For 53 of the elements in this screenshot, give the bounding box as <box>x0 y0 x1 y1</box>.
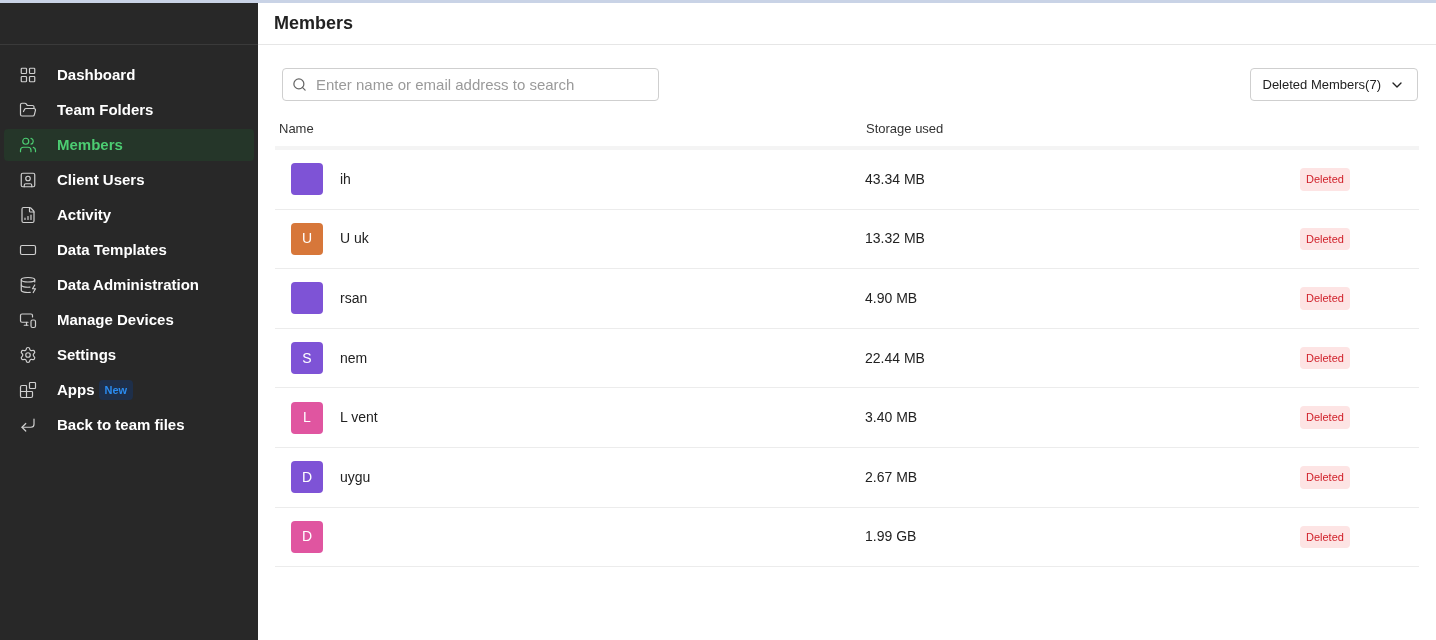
sidebar-label: Activity <box>57 204 112 225</box>
sidebar-label: Team Folders <box>57 99 154 120</box>
sidebar-item[interactable]: Client Users <box>4 164 254 196</box>
sidebar-item[interactable]: Members <box>4 129 254 161</box>
storage-used: 2.67 MB <box>865 467 919 487</box>
member-name: rsan <box>340 289 368 308</box>
sidebar-item[interactable]: Apps New <box>4 374 254 406</box>
page-title: Members <box>274 12 354 35</box>
status-badge: Deleted <box>1300 525 1350 549</box>
member-name: ih <box>340 169 351 189</box>
storage-used: 3.40 MB <box>865 408 919 428</box>
avatar-initial: L <box>303 408 311 428</box>
status-badge: Deleted <box>1300 168 1350 191</box>
storage-used: 43.34 MB <box>865 169 926 189</box>
member-name: nem <box>340 348 368 368</box>
sidebar-item[interactable]: Dashboard <box>4 59 254 91</box>
search-field[interactable]: Enter name or email address to search <box>282 68 659 101</box>
sidebar-item[interactable]: Manage Devices <box>4 304 254 336</box>
sidebar-item[interactable]: Data Administration <box>4 269 254 301</box>
status-badge: Deleted <box>1300 406 1350 429</box>
avatar-initial: D <box>301 467 313 487</box>
sidebar-label: Dashboard <box>57 64 136 85</box>
storage-used: 13.32 MB <box>865 229 926 249</box>
sidebar-item[interactable]: Team Folders <box>4 94 254 126</box>
sidebar-label: Members <box>57 134 123 155</box>
storage-used: 22.44 MB <box>865 348 926 368</box>
sidebar-label: Data Templates <box>57 239 167 260</box>
avatar-initial: D <box>301 527 313 547</box>
column-header: Storage used <box>866 119 944 138</box>
storage-used: 4.90 MB <box>865 289 919 308</box>
sidebar-item[interactable]: Settings <box>4 339 254 371</box>
status-badge: Deleted <box>1300 227 1350 251</box>
storage-used: 1.99 GB <box>865 527 918 547</box>
sidebar-label: Data Administration <box>57 274 199 295</box>
status-badge: Deleted <box>1300 346 1350 370</box>
member-name: uygu <box>340 467 371 487</box>
member-name: U uk <box>340 229 369 249</box>
sidebar-label: Client Users <box>57 169 145 190</box>
sidebar-item[interactable]: Back to team files <box>4 409 254 441</box>
sidebar-label: Settings <box>57 344 117 365</box>
sidebar-label: Back to team files <box>57 414 185 435</box>
avatar-initial: S <box>302 348 312 368</box>
member-name: L vent <box>340 408 378 428</box>
avatar-initial: U <box>301 229 313 249</box>
new-badge: New <box>98 379 134 401</box>
column-header: Name <box>279 119 315 138</box>
sidebar-label: Manage Devices <box>57 309 174 330</box>
sidebar-item[interactable]: Data Templates <box>4 234 254 266</box>
sidebar-item[interactable]: Activity <box>4 199 254 231</box>
status-badge: Deleted <box>1300 466 1350 489</box>
filter-dropdown[interactable]: Deleted Members(7) <box>1249 68 1418 101</box>
sidebar-label: Apps <box>57 379 95 400</box>
status-badge: Deleted <box>1300 287 1350 310</box>
